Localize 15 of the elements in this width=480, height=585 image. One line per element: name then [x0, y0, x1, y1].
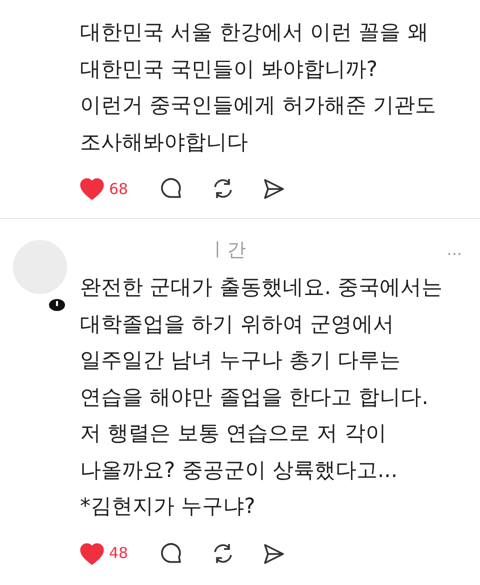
like-button[interactable]: 68 — [80, 178, 160, 200]
comment-icon — [160, 177, 184, 201]
send-icon — [262, 542, 286, 566]
comment-icon — [160, 542, 184, 566]
heart-icon — [80, 542, 104, 564]
repost-icon — [211, 177, 235, 201]
send-icon — [262, 177, 286, 201]
like-button[interactable]: 48 — [80, 542, 160, 565]
badge-icon — [48, 298, 66, 312]
heart-icon — [80, 178, 104, 200]
post-text: 완전한 군대가 출동했네요. 중국에서는 대학졸업을 하기 위하여 군영에서 일주일간 남녀 누구나 총기 다루는 연습을 해야만 졸업을 한다고 합니다. 저 행렬은 보통 연습으로 저 각이 나올까요? 중공군이 상륙했다고... *김현지가 누구냐? — [80, 274, 444, 520]
post-text: 대한민국 서울 한강에서 이런 꼴을 왜 대한민국 국민들이 봐야합니까? 이런거 중국인들에게 허가해준 기관도 조사해봐야합니다 — [80, 19, 438, 156]
time-text: ㅣ간 — [208, 238, 246, 263]
repost-icon — [211, 542, 235, 566]
more-button[interactable]: ... — [438, 242, 470, 258]
